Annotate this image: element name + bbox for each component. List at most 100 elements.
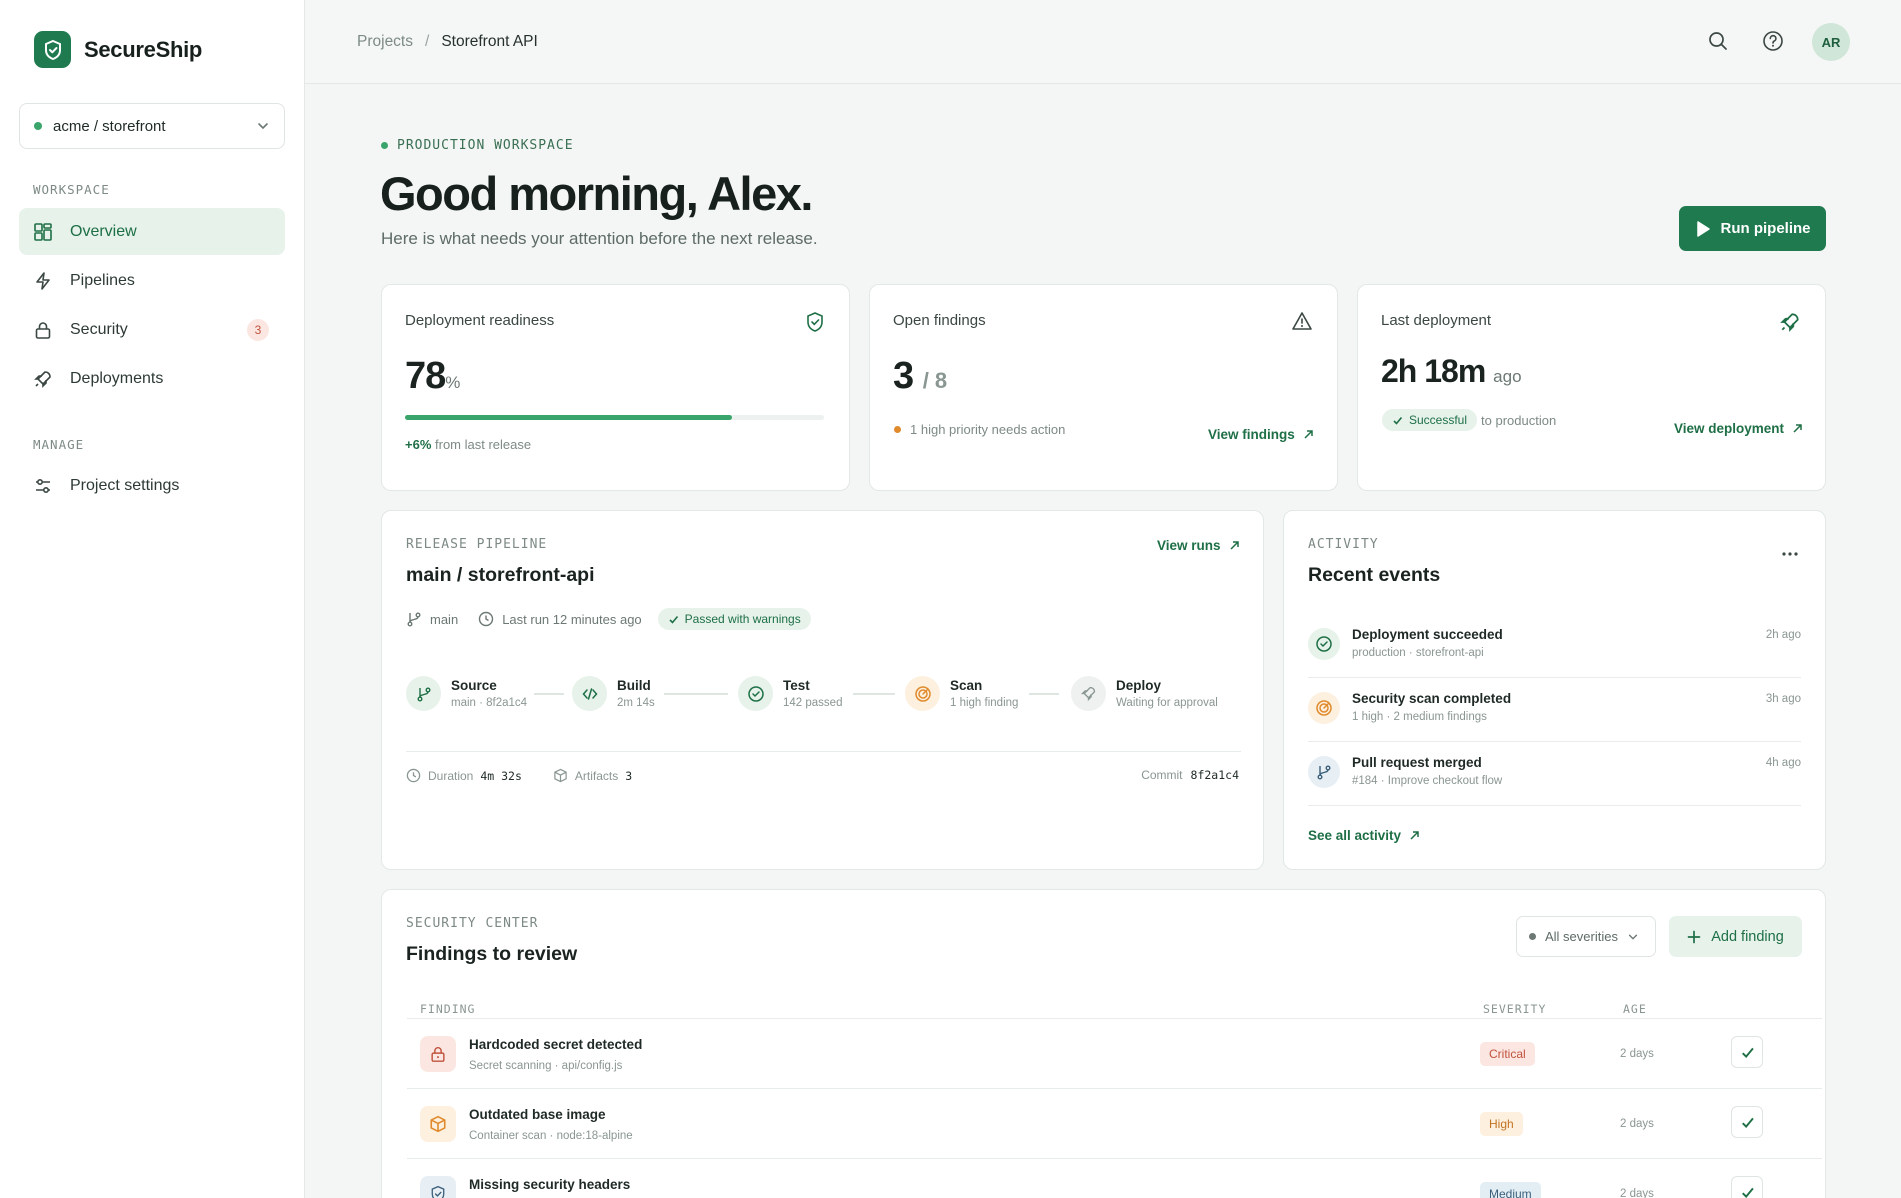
commit-label: Commit bbox=[1141, 768, 1183, 782]
check-icon bbox=[1741, 1117, 1754, 1128]
stage-sub: main · 8f2a1c4 bbox=[451, 697, 528, 709]
status-dot bbox=[381, 142, 388, 149]
activity-event[interactable]: Security scan completed 1 high · 2 medium… bbox=[1308, 683, 1801, 747]
sidebar-item-deployments[interactable]: Deployments bbox=[19, 355, 285, 402]
readiness-delta-text: from last release bbox=[435, 437, 532, 452]
pipeline-status-badge: Passed with warnings bbox=[657, 608, 811, 630]
readiness-delta-value: +6% bbox=[405, 437, 432, 452]
chevron-down-icon bbox=[1628, 934, 1638, 940]
workspace-eyebrow: PRODUCTION WORKSPACE bbox=[381, 138, 574, 153]
table-row[interactable]: Outdated base image Container scan · nod… bbox=[407, 1088, 1822, 1158]
sidebar-item-label: Deployments bbox=[70, 369, 164, 387]
filter-dot bbox=[1529, 933, 1536, 940]
arrow-up-right-icon bbox=[1410, 831, 1419, 840]
commit-info: Commit 8f2a1c4 bbox=[1141, 768, 1239, 782]
security-center-card: SECURITY CENTER Findings to review All s… bbox=[381, 889, 1826, 1198]
severity-badge: High bbox=[1480, 1112, 1523, 1136]
stage-deploy[interactable]: Deploy Waiting for approval bbox=[1071, 676, 1218, 711]
resolve-button[interactable] bbox=[1731, 1106, 1763, 1138]
status-dot bbox=[34, 122, 42, 130]
sidebar-item-label: Overview bbox=[70, 222, 137, 240]
arrow-up-right-icon bbox=[1304, 430, 1313, 439]
page-title: Good morning, Alex. bbox=[380, 167, 813, 220]
commit-hash[interactable]: 8f2a1c4 bbox=[1191, 768, 1239, 782]
activity-eyebrow: ACTIVITY bbox=[1308, 537, 1379, 552]
artifacts-label: Artifacts bbox=[574, 768, 619, 783]
severity-filter[interactable]: All severities bbox=[1516, 916, 1656, 957]
stage-scan[interactable]: Scan 1 high finding bbox=[905, 676, 1018, 711]
pipeline-eyebrow: RELEASE PIPELINE bbox=[406, 537, 548, 552]
resolve-button[interactable] bbox=[1731, 1176, 1763, 1198]
project-selector[interactable]: acme / storefront bbox=[19, 103, 285, 149]
artifacts-value: 3 bbox=[625, 768, 633, 783]
event-sub: 1 high · 2 medium findings bbox=[1352, 711, 1487, 723]
activity-card: ACTIVITY Recent events Deployment succee… bbox=[1283, 510, 1826, 870]
brand-name: SecureShip bbox=[84, 36, 203, 62]
status-badge: Successful bbox=[1382, 409, 1478, 431]
card-title: Last deployment bbox=[1381, 312, 1492, 329]
check-circle-icon bbox=[738, 676, 773, 711]
sidebar-item-label: Security bbox=[70, 320, 128, 338]
sidebar-item-overview[interactable]: Overview bbox=[19, 208, 285, 255]
arrow-up-right-icon bbox=[1793, 424, 1802, 433]
sidebar-item-label: Project settings bbox=[70, 476, 180, 494]
column-header-finding: FINDING bbox=[420, 1002, 476, 1016]
open-findings-card: Open findings 3 / 8 1 high priority need… bbox=[869, 284, 1338, 491]
sidebar-item-security[interactable]: Security 3 bbox=[19, 306, 285, 353]
add-finding-button[interactable]: Add finding bbox=[1669, 916, 1802, 957]
view-deployment-link[interactable]: View deployment bbox=[1674, 421, 1803, 436]
check-icon bbox=[669, 615, 678, 624]
radar-icon bbox=[1308, 692, 1340, 724]
stage-connector bbox=[534, 693, 564, 695]
check-icon bbox=[1741, 1047, 1754, 1058]
breadcrumb-current: Storefront API bbox=[441, 33, 538, 50]
stage-build[interactable]: Build 2m 14s bbox=[572, 676, 655, 711]
run-pipeline-button[interactable]: Run pipeline bbox=[1679, 206, 1826, 251]
activity-event[interactable]: Pull request merged #184 · Improve checko… bbox=[1308, 747, 1801, 811]
resolve-button[interactable] bbox=[1731, 1036, 1763, 1068]
user-avatar[interactable]: AR bbox=[1812, 23, 1850, 61]
sidebar-item-pipelines[interactable]: Pipelines bbox=[19, 257, 285, 304]
deployment-age-suffix: ago bbox=[1493, 367, 1522, 386]
deployment-age: 2h 18m ago bbox=[1381, 353, 1522, 390]
workspace-section-label: WORKSPACE bbox=[33, 182, 110, 197]
view-findings-link[interactable]: View findings bbox=[1208, 427, 1314, 442]
sidebar-item-project-settings[interactable]: Project settings bbox=[19, 462, 285, 509]
check-circle-icon bbox=[1308, 628, 1340, 660]
see-all-activity-link[interactable]: See all activity bbox=[1308, 828, 1420, 843]
findings-note: 1 high priority needs action bbox=[894, 422, 1065, 437]
finding-age: 2 days bbox=[1620, 1188, 1654, 1198]
activity-event[interactable]: Deployment succeeded production · storefr… bbox=[1308, 619, 1801, 683]
breadcrumb-projects[interactable]: Projects bbox=[357, 33, 413, 51]
manage-section-label: MANAGE bbox=[33, 437, 85, 452]
help-icon[interactable] bbox=[1762, 30, 1784, 52]
stage-name: Scan bbox=[950, 678, 983, 693]
severity-filter-label: All severities bbox=[1545, 929, 1618, 944]
finding-title: Hardcoded secret detected bbox=[469, 1037, 643, 1052]
table-row[interactable]: Hardcoded secret detected Secret scannin… bbox=[407, 1018, 1822, 1088]
stage-sub: 1 high finding bbox=[950, 697, 1019, 709]
code-icon bbox=[572, 676, 607, 711]
security-eyebrow: SECURITY CENTER bbox=[406, 916, 539, 931]
lock-icon bbox=[420, 1036, 456, 1072]
search-icon[interactable] bbox=[1707, 30, 1729, 52]
chevron-down-icon bbox=[258, 123, 268, 130]
stage-connector bbox=[1029, 693, 1059, 695]
view-runs-link[interactable]: View runs bbox=[1157, 538, 1240, 553]
table-row[interactable]: Missing security headers Medium 2 days bbox=[407, 1158, 1822, 1198]
last-run: Last run 12 minutes ago bbox=[502, 611, 642, 627]
stage-sub: 2m 14s bbox=[617, 697, 655, 709]
security-title: Findings to review bbox=[406, 943, 578, 965]
release-pipeline-card: RELEASE PIPELINE main / storefront-api V… bbox=[381, 510, 1264, 870]
stage-name: Build bbox=[617, 678, 651, 693]
readiness-value: 78% bbox=[405, 355, 460, 398]
findings-note-text: 1 high priority needs action bbox=[910, 422, 1066, 437]
stage-source[interactable]: Source main · 8f2a1c4 bbox=[406, 676, 527, 711]
more-icon[interactable] bbox=[1781, 551, 1799, 557]
brand[interactable]: SecureShip bbox=[34, 31, 202, 68]
finding-age: 2 days bbox=[1620, 1118, 1654, 1130]
sidebar-item-label: Pipelines bbox=[70, 271, 135, 289]
finding-age: 2 days bbox=[1620, 1048, 1654, 1060]
stage-test[interactable]: Test 142 passed bbox=[738, 676, 842, 711]
divider bbox=[406, 751, 1241, 752]
